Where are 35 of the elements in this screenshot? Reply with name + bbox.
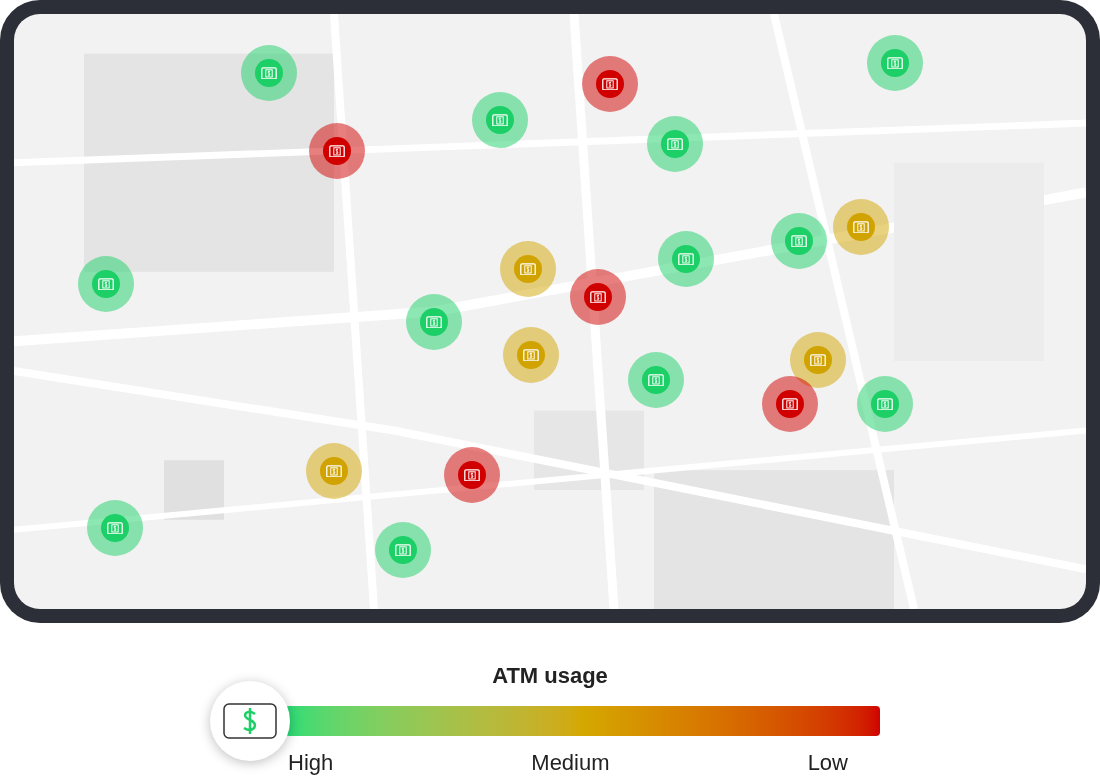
- banknote-icon: [877, 397, 893, 411]
- banknote-icon: [791, 234, 807, 248]
- legend-label: Medium: [531, 749, 610, 777]
- banknote-icon: [667, 137, 683, 151]
- atm-pin[interactable]: [309, 123, 365, 179]
- banknote-icon: [810, 353, 826, 367]
- banknote-icon: [326, 464, 342, 478]
- atm-pin[interactable]: [582, 56, 638, 112]
- banknote-icon: [261, 66, 277, 80]
- banknote-icon: [648, 373, 664, 387]
- dollar-note-icon: [223, 703, 277, 739]
- banknote-icon: [329, 144, 345, 158]
- banknote-icon: [853, 220, 869, 234]
- banknote-icon: [520, 262, 536, 276]
- atm-pin[interactable]: [762, 376, 818, 432]
- atm-pin[interactable]: [570, 269, 626, 325]
- legend-label: Low: [807, 749, 848, 777]
- legend-title: ATM usage: [492, 662, 608, 690]
- banknote-icon: [590, 290, 606, 304]
- atm-pin[interactable]: [306, 443, 362, 499]
- legend-label: High: [288, 749, 334, 777]
- banknote-icon: [107, 521, 123, 535]
- banknote-icon: [678, 252, 694, 266]
- banknote-icon: [782, 397, 798, 411]
- banknote-icon: [426, 315, 442, 329]
- banknote-icon: [98, 277, 114, 291]
- banknote-icon: [887, 56, 903, 70]
- atm-pin[interactable]: [790, 332, 846, 388]
- banknote-icon: [492, 113, 508, 127]
- atm-pin[interactable]: [500, 241, 556, 297]
- banknote-icon: [464, 468, 480, 482]
- banknote-icon: [395, 543, 411, 557]
- banknote-icon: [602, 77, 618, 91]
- atm-pin[interactable]: [444, 447, 500, 503]
- banknote-icon: [523, 348, 539, 362]
